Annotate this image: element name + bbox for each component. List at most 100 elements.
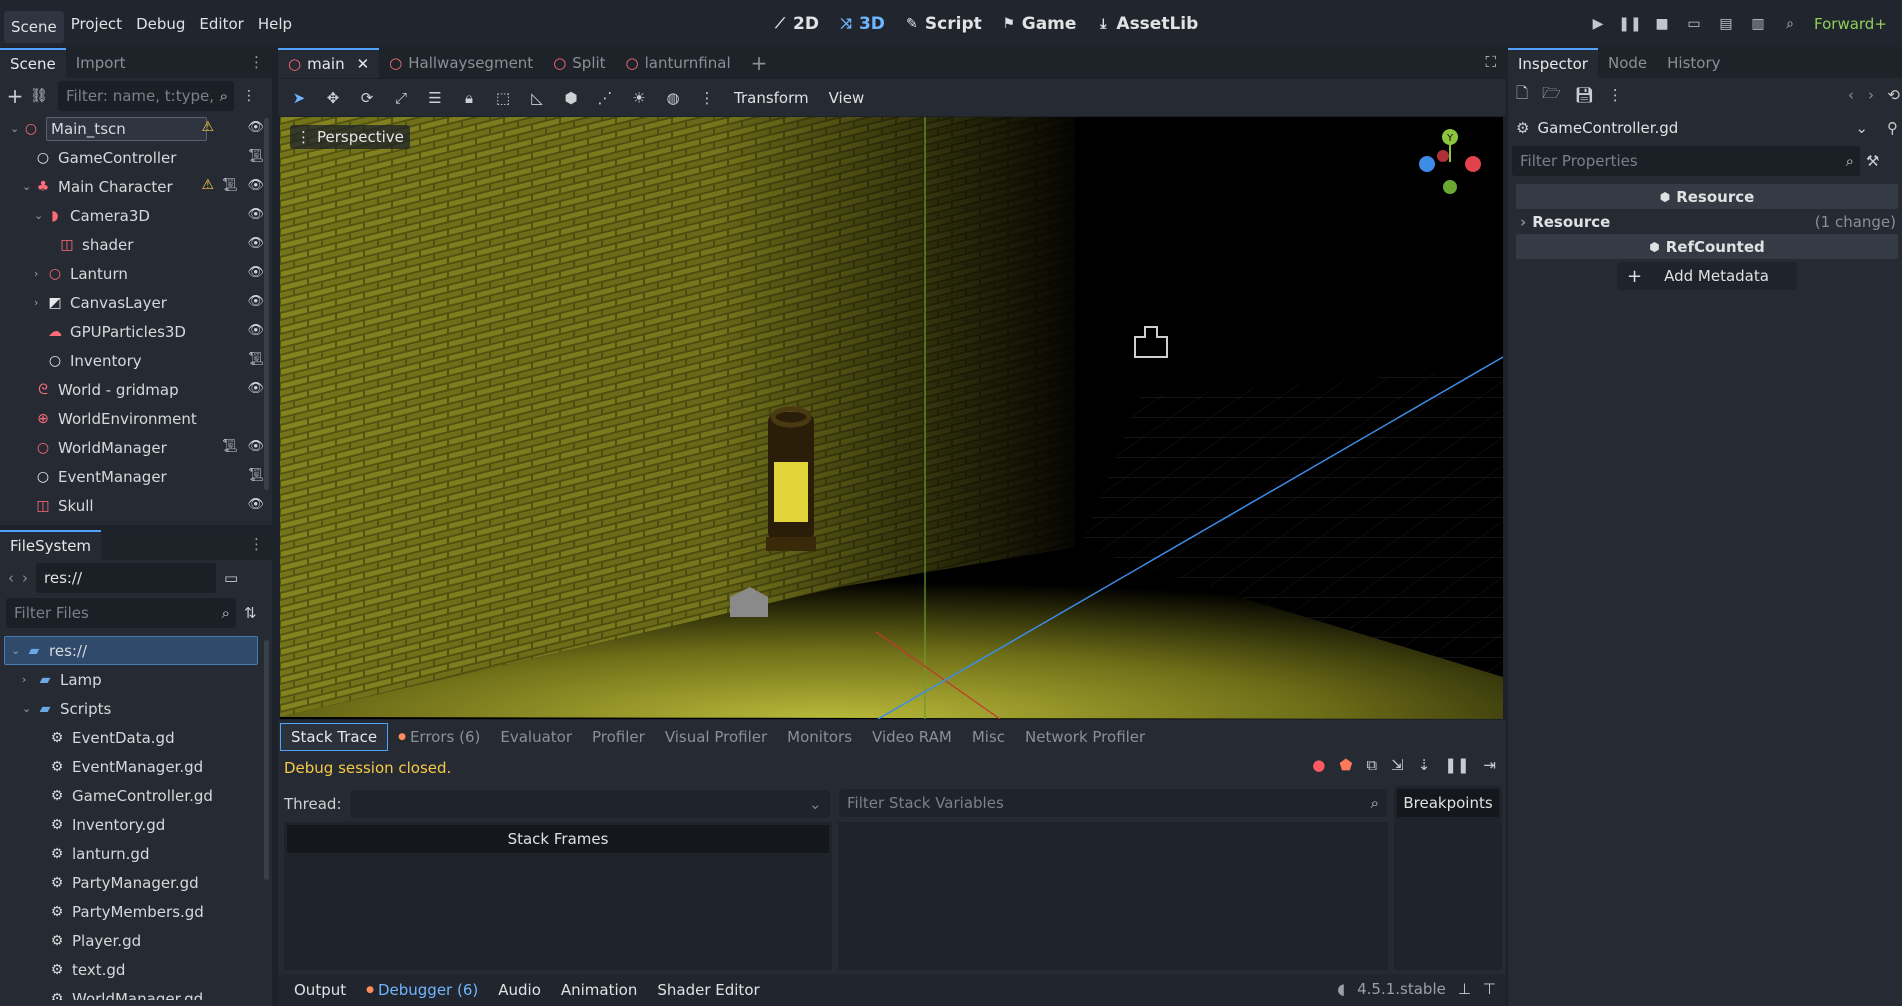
- ruler-button[interactable]: ◺: [520, 81, 554, 114]
- scene-tab[interactable]: ○ main ✕: [278, 48, 380, 78]
- scene-node[interactable]: ᘓ World - gridmap 👁︎: [4, 375, 272, 404]
- expand-arrow-icon[interactable]: ›: [34, 267, 46, 280]
- file-item[interactable]: ⚙ Player.gd: [4, 926, 272, 955]
- dock-menu-icon[interactable]: ⋮: [249, 535, 264, 553]
- snap-button[interactable]: ⋰: [588, 81, 622, 114]
- mode-script-button[interactable]: ✎ Script: [894, 14, 991, 34]
- play-custom-scene-button[interactable]: ▥: [1742, 1, 1774, 47]
- debugger-tab[interactable]: Visual Profiler: [655, 723, 777, 751]
- play-scene-button[interactable]: ▤: [1710, 1, 1742, 47]
- environment-toggle-button[interactable]: ◍: [656, 81, 690, 114]
- file-item[interactable]: ⌄ ▰ res://: [4, 636, 258, 665]
- dock-menu-icon[interactable]: ⋮: [249, 53, 264, 71]
- file-item[interactable]: › ▰ Lamp: [4, 665, 272, 694]
- warning-icon[interactable]: ⚠: [201, 177, 214, 193]
- file-item[interactable]: ⚙ EventManager.gd: [4, 752, 272, 781]
- expand-arrow-icon[interactable]: ⌄: [22, 180, 34, 193]
- script-icon[interactable]: 📜︎: [221, 439, 238, 454]
- scale-tool-button[interactable]: ⤢: [384, 81, 418, 114]
- file-item[interactable]: ⚙ GameController.gd: [4, 781, 272, 810]
- step-into-icon[interactable]: ⇲: [1391, 756, 1404, 774]
- scene-tree-menu-icon[interactable]: ⋮: [240, 87, 258, 105]
- renderer-selector[interactable]: Forward+: [1814, 15, 1887, 33]
- warning-icon[interactable]: ⚠: [201, 119, 214, 135]
- transform-menu[interactable]: Transform: [724, 84, 819, 112]
- debugger-tab[interactable]: Video RAM: [862, 723, 962, 751]
- visibility-eye-icon[interactable]: 👁︎: [247, 294, 264, 309]
- add-node-button[interactable]: +: [6, 86, 24, 106]
- forward-icon[interactable]: ›: [22, 569, 28, 587]
- file-item[interactable]: ⚙ PartyManager.gd: [4, 868, 272, 897]
- menu-debug[interactable]: Debug: [129, 1, 192, 47]
- menu-project[interactable]: Project: [64, 1, 129, 47]
- menu-editor[interactable]: Editor: [192, 1, 250, 47]
- file-item[interactable]: ⚙ lanturn.gd: [4, 839, 272, 868]
- tab-scene[interactable]: Scene: [0, 48, 66, 78]
- visibility-eye-icon[interactable]: 👁︎: [247, 236, 264, 251]
- bottom-tab[interactable]: ● Debugger (6): [356, 976, 488, 1004]
- mode-game-button[interactable]: ⚑ Game: [991, 14, 1086, 34]
- file-item[interactable]: ⚙ text.gd: [4, 955, 272, 984]
- scene-node[interactable]: ○ WorldManager 📜︎ 👁︎: [4, 433, 272, 462]
- script-icon[interactable]: 📜︎: [221, 178, 238, 193]
- scene-node[interactable]: ◫ Skull 👁︎: [4, 491, 272, 518]
- bottom-tab[interactable]: Animation: [551, 976, 647, 1004]
- scene-node[interactable]: ⊕ WorldEnvironment: [4, 404, 272, 433]
- expand-arrow-icon[interactable]: ›: [22, 673, 36, 686]
- file-item[interactable]: ⌄ ▰ Scripts: [4, 694, 272, 723]
- sort-icon[interactable]: ⇅: [244, 604, 257, 622]
- more-options-button[interactable]: ⋮: [690, 81, 724, 114]
- file-filter-input[interactable]: Filter Files ⌕: [6, 598, 236, 628]
- script-icon[interactable]: 📜︎: [247, 468, 264, 483]
- local-space-button[interactable]: ⬢: [554, 81, 588, 114]
- view-menu[interactable]: View: [819, 84, 875, 112]
- visibility-eye-icon[interactable]: 👁︎: [247, 178, 264, 193]
- visibility-eye-icon[interactable]: 👁︎: [247, 207, 264, 222]
- stack-filter-input[interactable]: Filter Stack Variables ⌕: [839, 789, 1387, 817]
- movie-maker-button[interactable]: ⌕: [1774, 1, 1806, 47]
- link-icon[interactable]: ⛓: [30, 87, 48, 105]
- scene-tab[interactable]: ○ lanturnfinal: [616, 48, 741, 78]
- list-select-button[interactable]: ☰: [418, 81, 452, 114]
- scene-node[interactable]: ○ EventManager 📜︎: [4, 462, 272, 491]
- script-icon[interactable]: 📜︎: [247, 352, 264, 367]
- select-tool-button[interactable]: ➤: [282, 81, 316, 114]
- thread-select[interactable]: ⌄: [349, 790, 830, 818]
- scene-node[interactable]: ☁ GPUParticles3D 👁︎: [4, 317, 272, 346]
- record-icon[interactable]: ●: [1312, 756, 1325, 774]
- expand-arrow-icon[interactable]: ⌄: [22, 702, 36, 715]
- expand-panel-icon[interactable]: ⊤: [1483, 980, 1496, 998]
- tab-import[interactable]: Import: [66, 48, 136, 78]
- rotate-tool-button[interactable]: ⟳: [350, 81, 384, 114]
- sun-toggle-button[interactable]: ☀: [622, 81, 656, 114]
- move-tool-button[interactable]: ✥: [316, 81, 350, 114]
- pin-icon[interactable]: ⊥: [1458, 980, 1471, 998]
- file-item[interactable]: ⚙ PartyMembers.gd: [4, 897, 272, 926]
- visibility-eye-icon[interactable]: 👁︎: [247, 439, 264, 454]
- scene-node[interactable]: ○ GameController 📜︎: [4, 143, 272, 172]
- perspective-menu[interactable]: ⋮ Perspective: [290, 125, 410, 149]
- inspected-object[interactable]: ⚙ GameController.gd ⌄ ⚲: [1508, 112, 1902, 144]
- file-item[interactable]: ⚙ EventData.gd: [4, 723, 272, 752]
- expand-arrow-icon[interactable]: ⌄: [34, 209, 46, 222]
- visibility-eye-icon[interactable]: 👁︎: [247, 497, 264, 512]
- back-icon[interactable]: ‹: [8, 569, 14, 587]
- continue-icon[interactable]: ⇥: [1483, 756, 1496, 774]
- debugger-tab[interactable]: Network Profiler: [1015, 723, 1155, 751]
- group-button[interactable]: ⬚: [486, 81, 520, 114]
- menu-scene[interactable]: Scene: [4, 11, 64, 43]
- property-filter-input[interactable]: Filter Properties ⌕: [1512, 146, 1860, 176]
- stop-button[interactable]: ■: [1646, 1, 1678, 47]
- script-icon[interactable]: 📜︎: [247, 149, 264, 164]
- expand-arrow-icon[interactable]: ⌄: [10, 122, 22, 135]
- kebab-icon[interactable]: ⋮: [1608, 86, 1623, 104]
- scene-node[interactable]: ⌄ ♣ Main Character ⚠ 📜︎ 👁︎: [4, 172, 272, 201]
- scene-node[interactable]: ○ Inventory 📜︎: [4, 346, 272, 375]
- new-resource-icon[interactable]: 🗋︎: [1516, 83, 1528, 108]
- path-field[interactable]: res://: [36, 563, 216, 593]
- visibility-eye-icon[interactable]: 👁︎: [247, 323, 264, 338]
- debugger-tab[interactable]: ● Errors (6): [388, 723, 490, 751]
- add-metadata-button[interactable]: + Add Metadata: [1617, 262, 1797, 290]
- property-resource[interactable]: › Resource (1 change): [1516, 209, 1898, 234]
- debugger-tab[interactable]: Monitors: [777, 723, 862, 751]
